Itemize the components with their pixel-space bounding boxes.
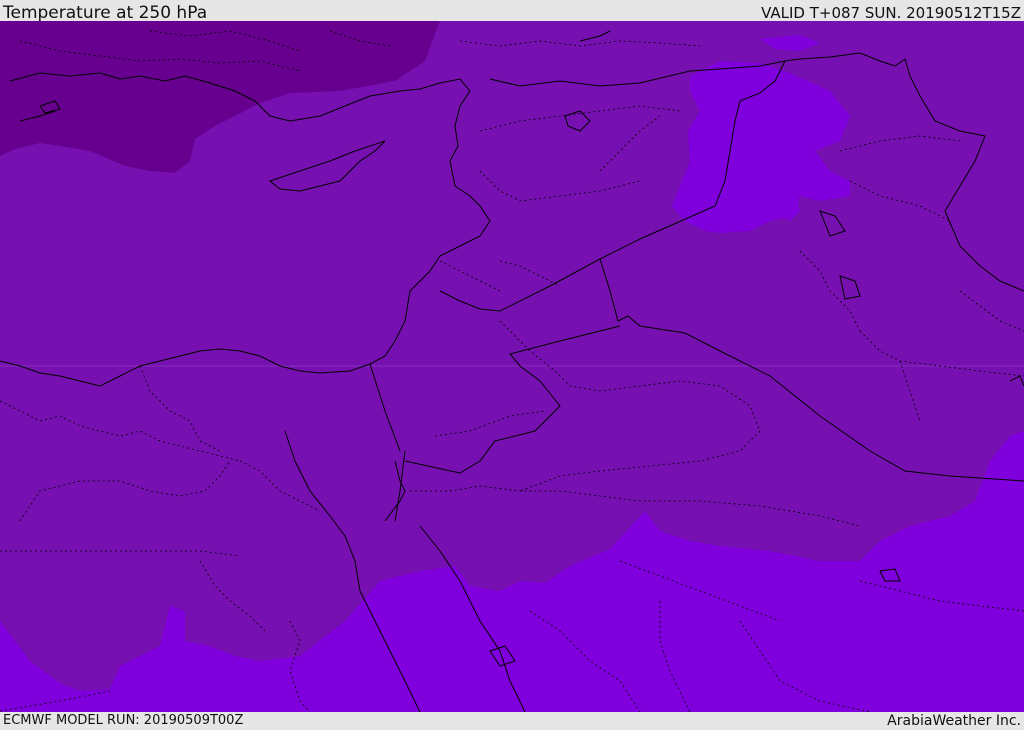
map-title: Temperature at 250 hPa [3,3,208,23]
header-bar: Temperature at 250 hPa VALID T+087 SUN. … [0,0,1024,23]
model-run-label: ECMWF MODEL RUN: 20190509T00Z [3,713,244,728]
footer-bar: ECMWF MODEL RUN: 20190509T00Z ArabiaWeat… [0,712,1024,729]
temperature-map[interactable] [0,21,1024,712]
credit-label: ArabiaWeather Inc. [887,713,1021,729]
valid-time: VALID T+087 SUN. 20190512T15Z [761,4,1021,22]
